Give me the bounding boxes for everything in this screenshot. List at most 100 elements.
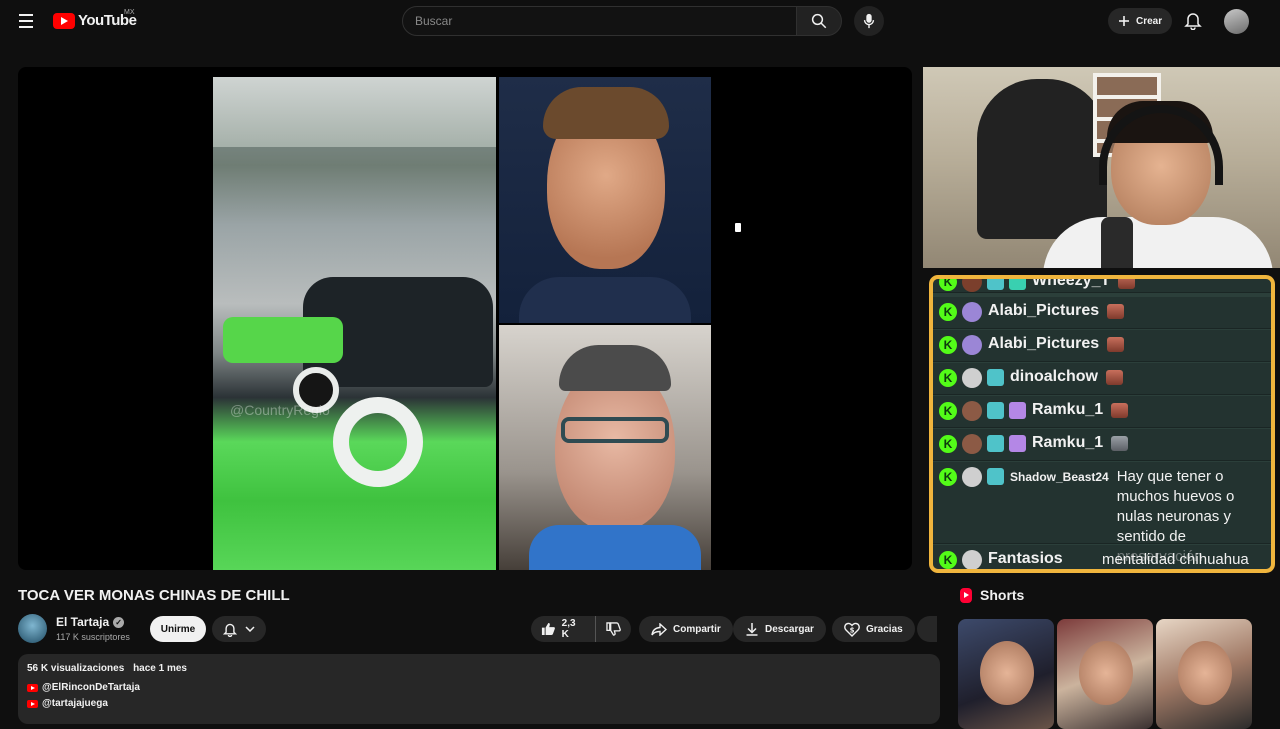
thanks-button[interactable]: $ Gracias bbox=[832, 616, 915, 642]
youtube-icon bbox=[27, 699, 38, 708]
video-bike-ring bbox=[333, 397, 423, 487]
subscription-notifications-button[interactable] bbox=[212, 616, 266, 642]
video-player[interactable]: @CountryRegio bbox=[18, 67, 912, 570]
chat-username: Shadow_Beast24 bbox=[1010, 470, 1109, 484]
video-frame-portrait bbox=[499, 77, 711, 323]
menu-icon[interactable] bbox=[14, 9, 38, 33]
emote-icon bbox=[1118, 279, 1136, 289]
view-count: 56 K visualizaciones bbox=[27, 663, 125, 674]
chat-message: K Alabi_Pictures bbox=[933, 297, 1271, 329]
chat-username: Alabi_Pictures bbox=[988, 335, 1100, 352]
create-label: Crear bbox=[1136, 15, 1163, 27]
upload-date: hace 1 mes bbox=[133, 663, 187, 674]
thanks-label: Gracias bbox=[866, 623, 903, 635]
emote-icon bbox=[1111, 403, 1129, 418]
download-icon bbox=[746, 623, 758, 636]
chat-message: K Shadow_Beast24 Hay que tener o muchos … bbox=[933, 462, 1271, 565]
short-thumbnail[interactable] bbox=[1156, 619, 1252, 729]
more-actions-button[interactable] bbox=[917, 616, 937, 642]
kick-badge-icon: K bbox=[939, 369, 957, 387]
description-box[interactable]: 56 K visualizaciones hace 1 mes @ElRinco… bbox=[18, 654, 940, 724]
like-dislike-group: 2,3 K bbox=[531, 616, 631, 642]
short-face bbox=[1178, 641, 1232, 705]
short-face bbox=[980, 641, 1034, 705]
chat-message: K dinoalchow bbox=[933, 363, 1271, 395]
gift-badge-icon bbox=[1009, 279, 1026, 290]
notifications-button[interactable] bbox=[1184, 11, 1202, 35]
selfie-shirt bbox=[529, 525, 701, 570]
kick-badge-icon: K bbox=[939, 336, 957, 354]
user-avatar bbox=[962, 434, 982, 454]
video-frame-motorcycle: @CountryRegio bbox=[213, 77, 496, 570]
chat-username: Wheezy_T bbox=[1032, 275, 1111, 289]
subscriber-badge-icon bbox=[987, 468, 1004, 485]
chat-message: K Wheezy_T bbox=[933, 275, 1271, 293]
channel-name-link[interactable]: El Tartaja ✓ bbox=[56, 615, 125, 629]
kick-badge-icon: K bbox=[939, 551, 957, 569]
short-thumbnail[interactable] bbox=[1057, 619, 1153, 729]
gift-badge-icon bbox=[1009, 402, 1026, 419]
search-icon bbox=[811, 13, 827, 29]
like-button[interactable]: 2,3 K bbox=[531, 616, 596, 642]
search-box[interactable] bbox=[402, 6, 798, 36]
short-face bbox=[1079, 641, 1133, 705]
dislike-button[interactable] bbox=[596, 622, 631, 636]
kick-badge-icon: K bbox=[939, 303, 957, 321]
webcam-chair bbox=[977, 79, 1107, 239]
selfie-hair bbox=[559, 345, 671, 391]
emote-icon bbox=[1107, 304, 1125, 319]
create-button[interactable]: Crear bbox=[1108, 8, 1173, 34]
youtube-icon bbox=[27, 683, 38, 692]
portrait-hair bbox=[543, 87, 669, 139]
download-button[interactable]: Descargar bbox=[733, 616, 826, 642]
thumbs-up-icon bbox=[541, 623, 555, 635]
video-house-scene bbox=[213, 77, 496, 147]
chat-message-text: mentalidad chihuahua bbox=[1102, 551, 1249, 568]
account-avatar[interactable] bbox=[1224, 9, 1249, 34]
chat-username: Ramku_1 bbox=[1032, 401, 1104, 418]
gift-badge-icon bbox=[1009, 435, 1026, 452]
microphone-icon bbox=[863, 13, 875, 29]
subscriber-badge-icon bbox=[987, 402, 1004, 419]
channel-link-text: @tartajajuega bbox=[42, 698, 108, 709]
video-frame-selfie bbox=[499, 325, 711, 570]
like-count: 2,3 K bbox=[561, 618, 576, 640]
chat-username: Ramku_1 bbox=[1032, 434, 1104, 451]
kick-badge-icon: K bbox=[939, 279, 957, 291]
chat-message: K Alabi_Pictures bbox=[933, 330, 1271, 362]
description-meta: 56 K visualizaciones hace 1 mes bbox=[27, 663, 931, 674]
mouse-cursor-icon bbox=[735, 223, 741, 232]
download-label: Descargar bbox=[765, 623, 814, 635]
default-avatar-icon bbox=[962, 467, 982, 487]
default-avatar-icon bbox=[962, 368, 982, 388]
subscriber-badge-icon bbox=[987, 369, 1004, 386]
plus-icon bbox=[1119, 16, 1129, 26]
kick-badge-icon: K bbox=[939, 402, 957, 420]
selfie-glasses bbox=[561, 417, 669, 443]
search-input[interactable] bbox=[415, 14, 797, 28]
user-avatar bbox=[962, 401, 982, 421]
share-label: Compartir bbox=[673, 623, 721, 635]
channel-link-2[interactable]: @tartajajuega bbox=[27, 698, 931, 709]
subscriber-badge-icon bbox=[987, 435, 1004, 452]
voice-search-button[interactable] bbox=[854, 6, 884, 36]
channel-name: El Tartaja bbox=[56, 615, 110, 629]
join-button[interactable]: Unirme bbox=[150, 616, 206, 642]
shorts-icon bbox=[960, 587, 972, 603]
default-avatar-icon bbox=[962, 550, 982, 569]
short-thumbnail[interactable] bbox=[958, 619, 1054, 729]
subscriber-count: 117 K suscriptores bbox=[56, 632, 130, 642]
youtube-logo-icon bbox=[53, 12, 75, 29]
channel-avatar[interactable] bbox=[18, 614, 47, 643]
shorts-title: Shorts bbox=[980, 587, 1025, 603]
chat-username: Alabi_Pictures bbox=[988, 302, 1100, 319]
search-button[interactable] bbox=[796, 6, 842, 36]
portrait-shirt bbox=[519, 277, 691, 323]
verified-icon: ✓ bbox=[113, 616, 125, 628]
chat-username: dinoalchow bbox=[1010, 368, 1098, 385]
share-button[interactable]: Compartir bbox=[639, 616, 733, 642]
channel-link-text: @ElRinconDeTartaja bbox=[42, 682, 140, 693]
kick-badge-icon: K bbox=[939, 435, 957, 453]
heart-money-icon: $ bbox=[844, 622, 860, 637]
channel-link-1[interactable]: @ElRinconDeTartaja bbox=[27, 682, 931, 693]
